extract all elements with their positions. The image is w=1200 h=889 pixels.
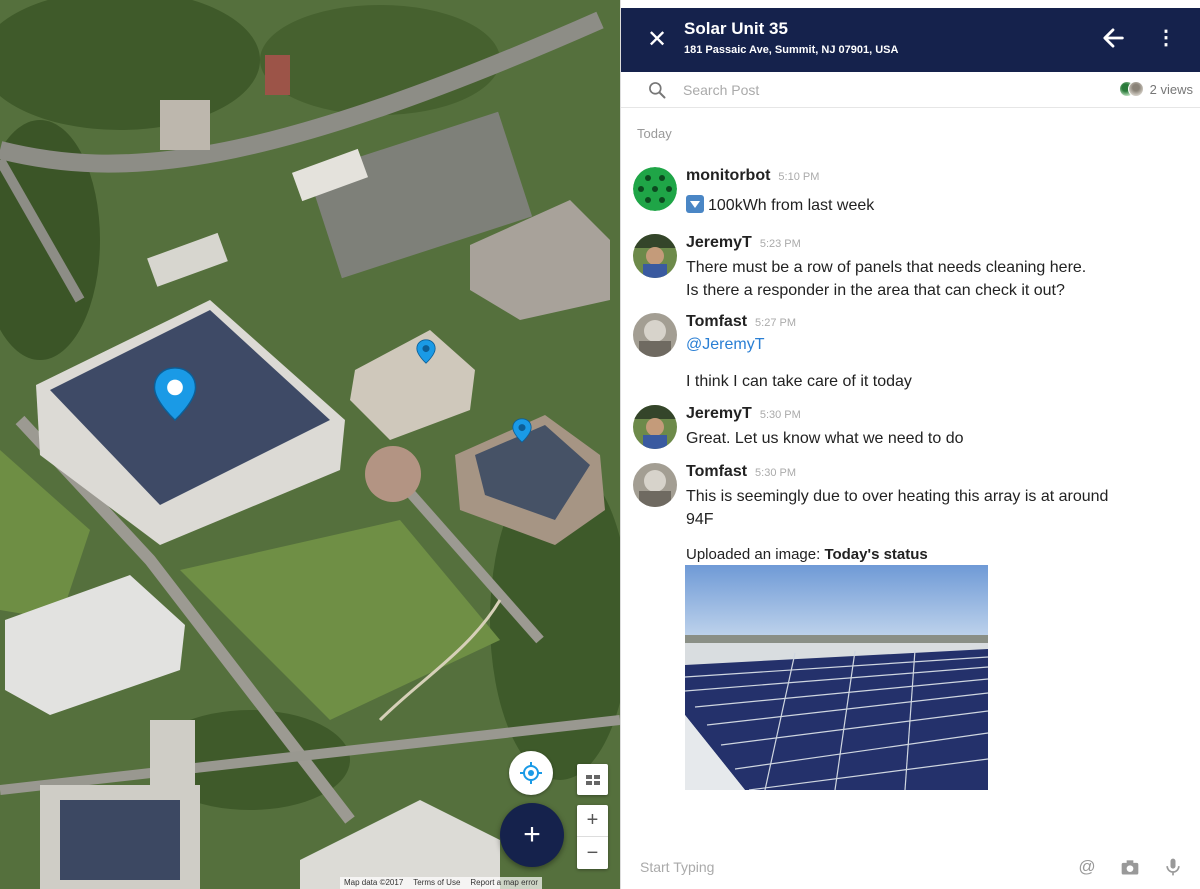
message-text: @JeremyT I think I can take care of it t… xyxy=(686,333,912,393)
uploaded-solar-array-image[interactable] xyxy=(685,565,988,790)
message-author: Tomfast 5:27 PM xyxy=(686,313,796,331)
search-bar: 2 views xyxy=(621,72,1200,108)
message-author: JeremyT 5:23 PM xyxy=(686,234,801,252)
map-data-credit: Map data ©2017 xyxy=(344,878,404,887)
avatar[interactable] xyxy=(633,167,677,211)
message-time: 5:30 PM xyxy=(755,467,797,479)
author-name: monitorbot xyxy=(686,167,771,184)
panel-address: 181 Passaic Ave, Summit, NJ 07901, USA xyxy=(684,44,899,56)
message-line: There must be a row of panels that needs… xyxy=(686,259,1087,276)
location-pin-icon[interactable] xyxy=(512,418,532,443)
day-separator: Today xyxy=(637,126,672,141)
avatar[interactable] xyxy=(633,463,677,507)
author-name: Tomfast xyxy=(686,463,748,480)
message-text: There must be a row of panels that needs… xyxy=(686,256,1086,302)
message-body: I think I can take care of it today xyxy=(686,373,912,390)
avatar[interactable] xyxy=(633,234,677,278)
author-name: JeremyT xyxy=(686,405,752,422)
views-indicator[interactable]: 2 views xyxy=(1118,81,1193,97)
layers-icon xyxy=(585,774,600,785)
crosshair-icon xyxy=(520,762,542,784)
upload-caption: Uploaded an image: Today's status xyxy=(686,543,1108,566)
layers-button[interactable] xyxy=(577,764,608,795)
message-text: This is seemingly due to over heating th… xyxy=(686,485,1108,566)
user-mention-link[interactable]: @JeremyT xyxy=(686,333,912,356)
upload-title: Today's status xyxy=(824,546,928,563)
message-body: 100kWh from last week xyxy=(708,197,875,214)
add-post-button[interactable]: + xyxy=(500,803,564,867)
zoom-in-button[interactable]: + xyxy=(577,805,608,837)
panel-title: Solar Unit 35 xyxy=(684,19,788,38)
message-author: Tomfast 5:30 PM xyxy=(686,463,796,481)
terms-link[interactable]: Terms of Use xyxy=(413,878,460,888)
arrow-down-icon xyxy=(686,195,704,213)
message-time: 5:27 PM xyxy=(755,317,797,329)
message-composer: @ xyxy=(620,845,1200,889)
zoom-control: + − xyxy=(577,805,608,869)
camera-icon[interactable] xyxy=(1120,857,1140,877)
map-attribution: Map data ©2017 Terms of Use Report a map… xyxy=(340,877,542,889)
viewer-avatar xyxy=(1127,81,1144,97)
avatar[interactable] xyxy=(633,313,677,357)
at-sign-icon[interactable]: @ xyxy=(1077,857,1097,877)
message-body: Great. Let us know what we need to do xyxy=(686,430,964,447)
message-text: 100kWh from last week xyxy=(686,194,874,217)
author-name: JeremyT xyxy=(686,234,752,251)
views-count: 2 views xyxy=(1149,81,1193,97)
message-time: 5:10 PM xyxy=(778,171,820,183)
panel-header: ✕ Solar Unit 35 181 Passaic Ave, Summit,… xyxy=(621,8,1200,72)
avatar[interactable] xyxy=(633,405,677,449)
more-vertical-icon[interactable]: ⋮ xyxy=(1156,24,1176,52)
location-pin-icon[interactable] xyxy=(416,339,436,364)
message-time: 5:23 PM xyxy=(759,238,801,250)
message-input[interactable] xyxy=(640,857,1040,877)
zoom-out-button[interactable]: − xyxy=(577,837,608,869)
search-input[interactable] xyxy=(683,80,983,100)
author-name: Tomfast xyxy=(686,313,748,330)
close-icon[interactable]: ✕ xyxy=(643,26,671,54)
message-time: 5:30 PM xyxy=(759,409,801,421)
microphone-icon[interactable] xyxy=(1163,857,1183,877)
my-location-button[interactable] xyxy=(509,751,553,795)
message-line: This is seemingly due to over heating th… xyxy=(686,488,1109,505)
message-line: 94F xyxy=(686,511,714,528)
upload-prefix: Uploaded an image: xyxy=(686,546,825,563)
arrow-back-icon[interactable] xyxy=(1099,24,1127,52)
message-author: JeremyT 5:30 PM xyxy=(686,405,801,423)
satellite-map[interactable]: + − + Map data ©2017 Terms of Use Report… xyxy=(0,0,620,889)
location-pin-icon[interactable] xyxy=(152,366,198,422)
search-icon xyxy=(649,82,666,99)
message-author: monitorbot 5:10 PM xyxy=(686,167,819,185)
report-error-link[interactable]: Report a map error xyxy=(470,878,538,888)
message-line: Is there a responder in the area that ca… xyxy=(686,282,1065,299)
